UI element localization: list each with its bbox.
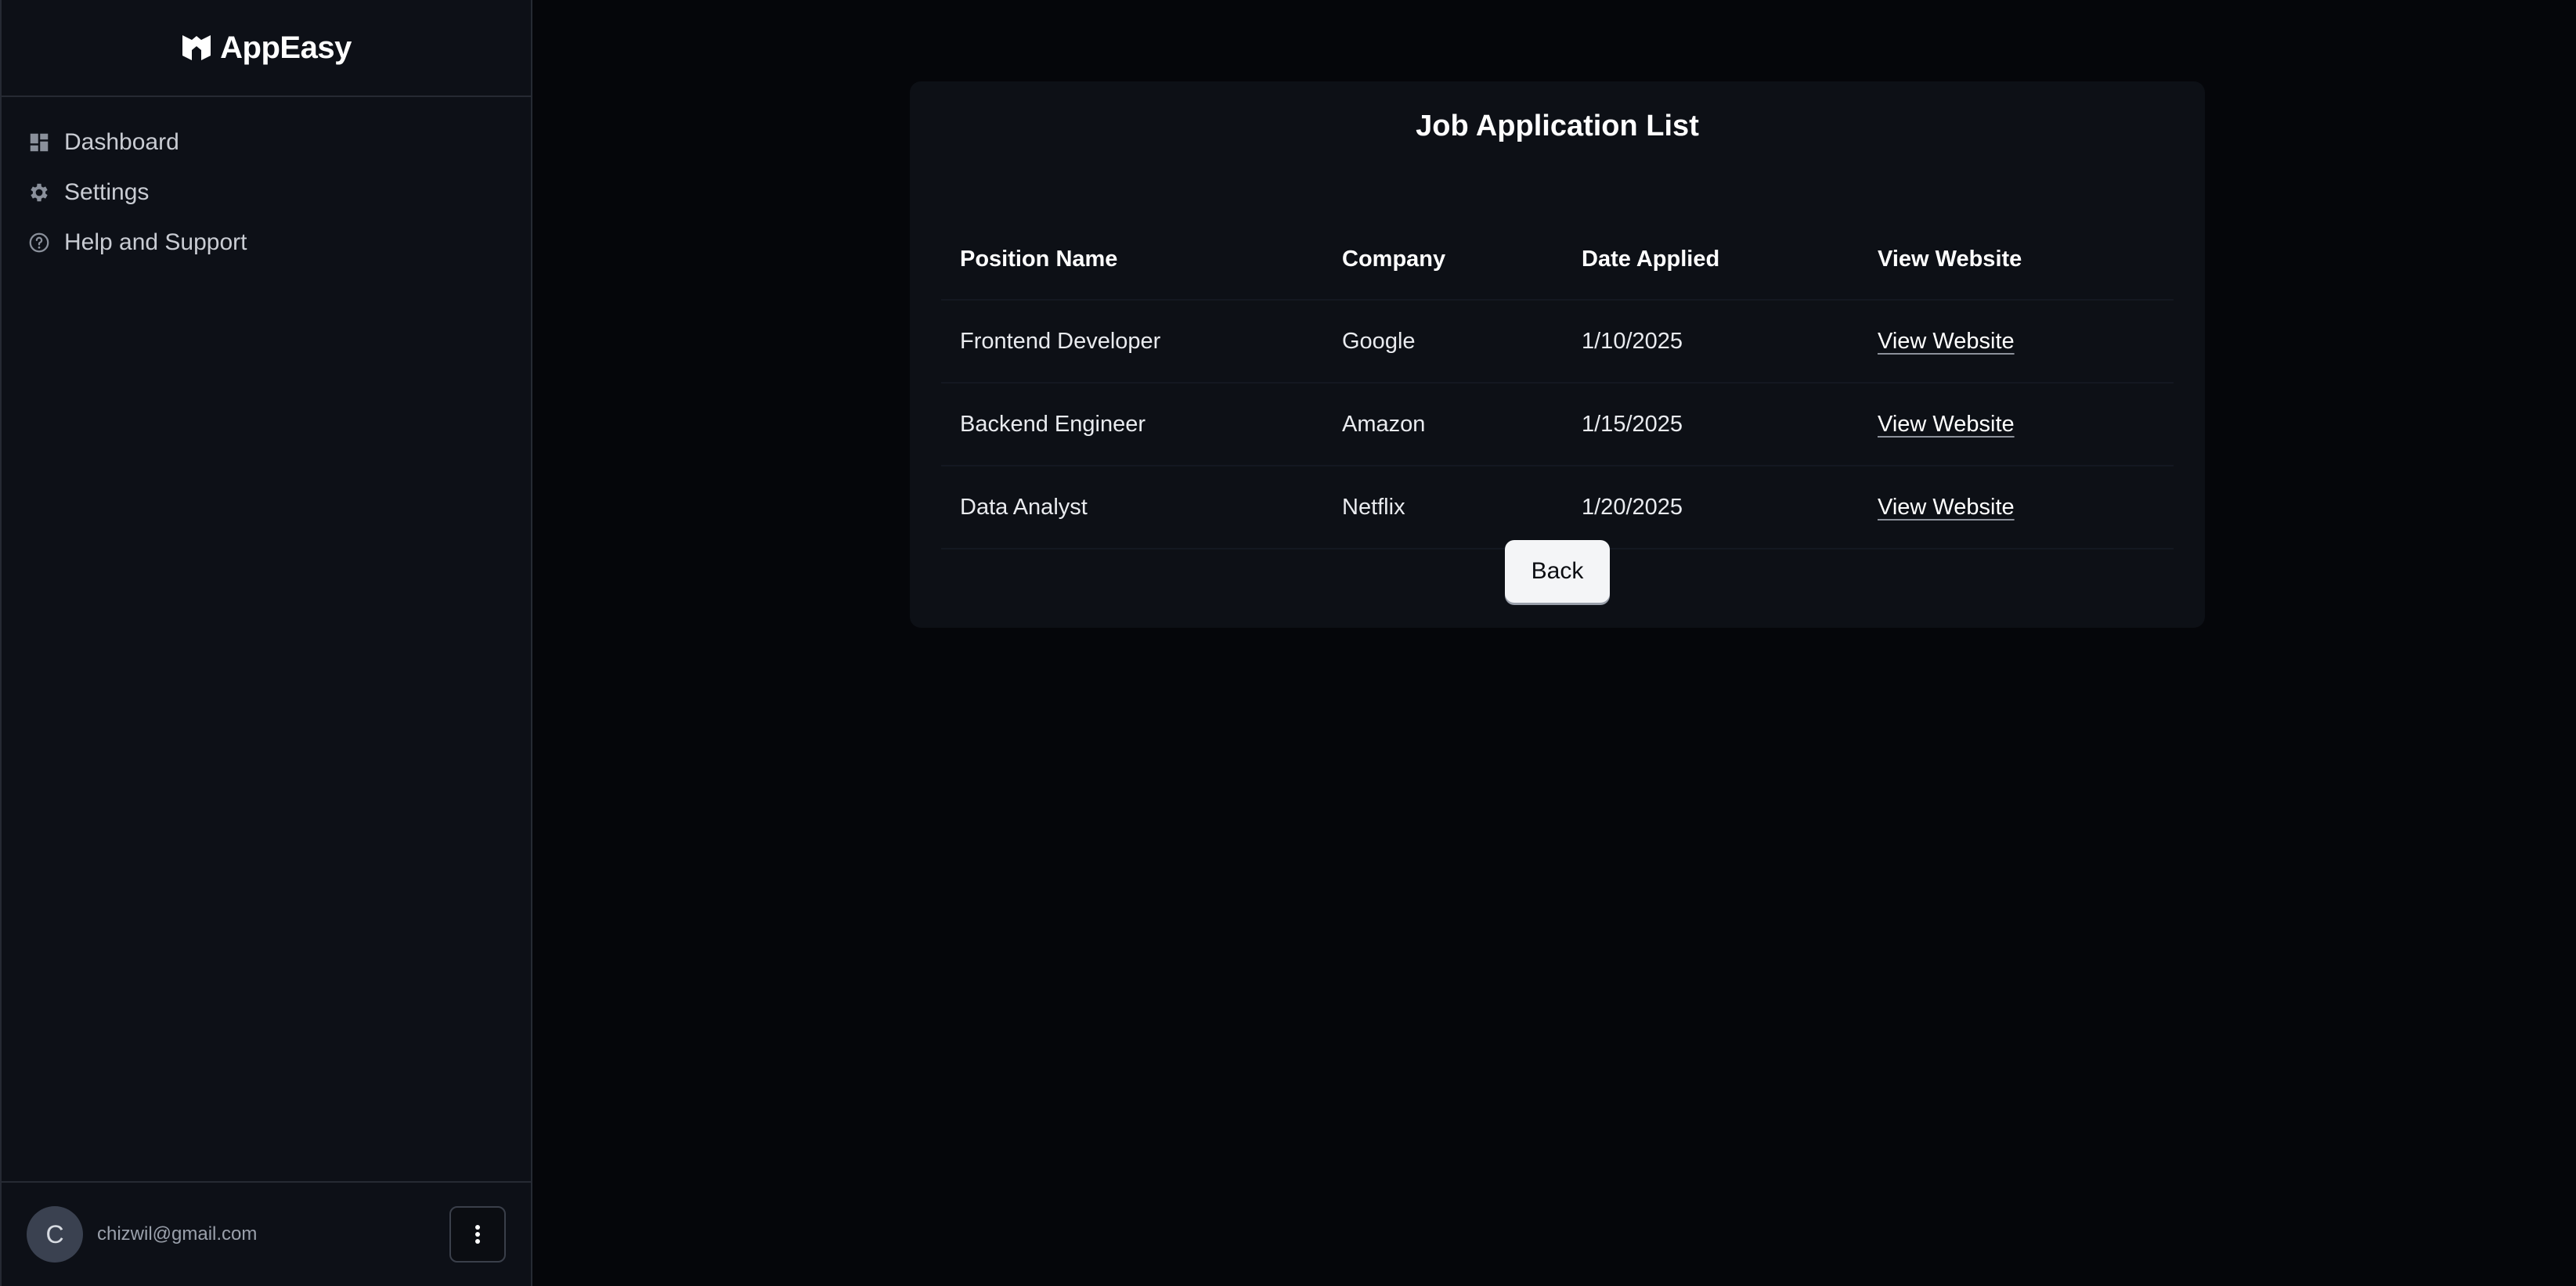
view-website-link[interactable]: View Website: [1878, 412, 2015, 437]
app-logo[interactable]: AppEasy: [181, 31, 352, 66]
column-header-website: View Website: [1878, 246, 2022, 272]
position-cell: Data Analyst: [960, 494, 1088, 520]
sidebar-item-help[interactable]: Help and Support: [2, 218, 531, 268]
column-header-date: Date Applied: [1582, 246, 1720, 272]
help-circle-icon: [27, 230, 52, 255]
position-cell: Frontend Developer: [960, 328, 1161, 354]
more-options-button[interactable]: [449, 1206, 506, 1263]
column-header-position: Position Name: [960, 246, 1118, 272]
company-cell: Google: [1342, 328, 1416, 354]
sidebar-item-label: Help and Support: [64, 229, 247, 255]
website-cell: View Website: [1878, 329, 2174, 355]
website-cell: View Website: [1878, 412, 2174, 438]
date-cell: 1/15/2025: [1582, 411, 1683, 437]
more-vertical-icon: [475, 1225, 480, 1244]
sidebar-header: AppEasy: [2, 0, 531, 97]
app-name: AppEasy: [220, 30, 352, 65]
job-application-card: Job Application List Position Name Compa…: [910, 81, 2205, 628]
job-application-table: Position Name Company Date Applied View …: [941, 219, 2174, 549]
user-email: chizwil@gmail.com: [97, 1223, 258, 1245]
company-cell: Netflix: [1342, 494, 1405, 520]
table-row: Frontend Developer Google 1/10/2025 View…: [941, 301, 2174, 384]
sidebar-item-settings[interactable]: Settings: [2, 168, 531, 218]
sidebar-item-label: Settings: [64, 179, 150, 205]
date-cell: 1/10/2025: [1582, 328, 1683, 354]
sidebar: AppEasy Dashboard Settings Help and Supp…: [0, 0, 532, 1286]
user-panel: C chizwil@gmail.com: [2, 1181, 531, 1286]
logo-icon: [182, 35, 211, 60]
page-title: Job Application List: [1416, 110, 1699, 142]
app-root: AppEasy Dashboard Settings Help and Supp…: [0, 0, 2576, 1286]
sidebar-nav: Dashboard Settings Help and Support: [2, 97, 531, 268]
avatar[interactable]: C: [27, 1206, 83, 1263]
position-cell: Backend Engineer: [960, 411, 1145, 437]
website-cell: View Website: [1878, 495, 2174, 521]
sidebar-item-label: Dashboard: [64, 129, 179, 155]
column-header-company: Company: [1342, 246, 1446, 272]
dashboard-icon: [27, 130, 52, 155]
sidebar-item-dashboard[interactable]: Dashboard: [2, 117, 531, 168]
table-header-row: Position Name Company Date Applied View …: [941, 219, 2174, 301]
date-cell: 1/20/2025: [1582, 494, 1683, 520]
table-row: Data Analyst Netflix 1/20/2025 View Webs…: [941, 466, 2174, 549]
view-website-link[interactable]: View Website: [1878, 329, 2015, 354]
table-row: Backend Engineer Amazon 1/15/2025 View W…: [941, 384, 2174, 466]
back-button[interactable]: Back: [1505, 540, 1610, 603]
gear-icon: [27, 180, 52, 205]
company-cell: Amazon: [1342, 411, 1426, 437]
view-website-link[interactable]: View Website: [1878, 495, 2015, 520]
